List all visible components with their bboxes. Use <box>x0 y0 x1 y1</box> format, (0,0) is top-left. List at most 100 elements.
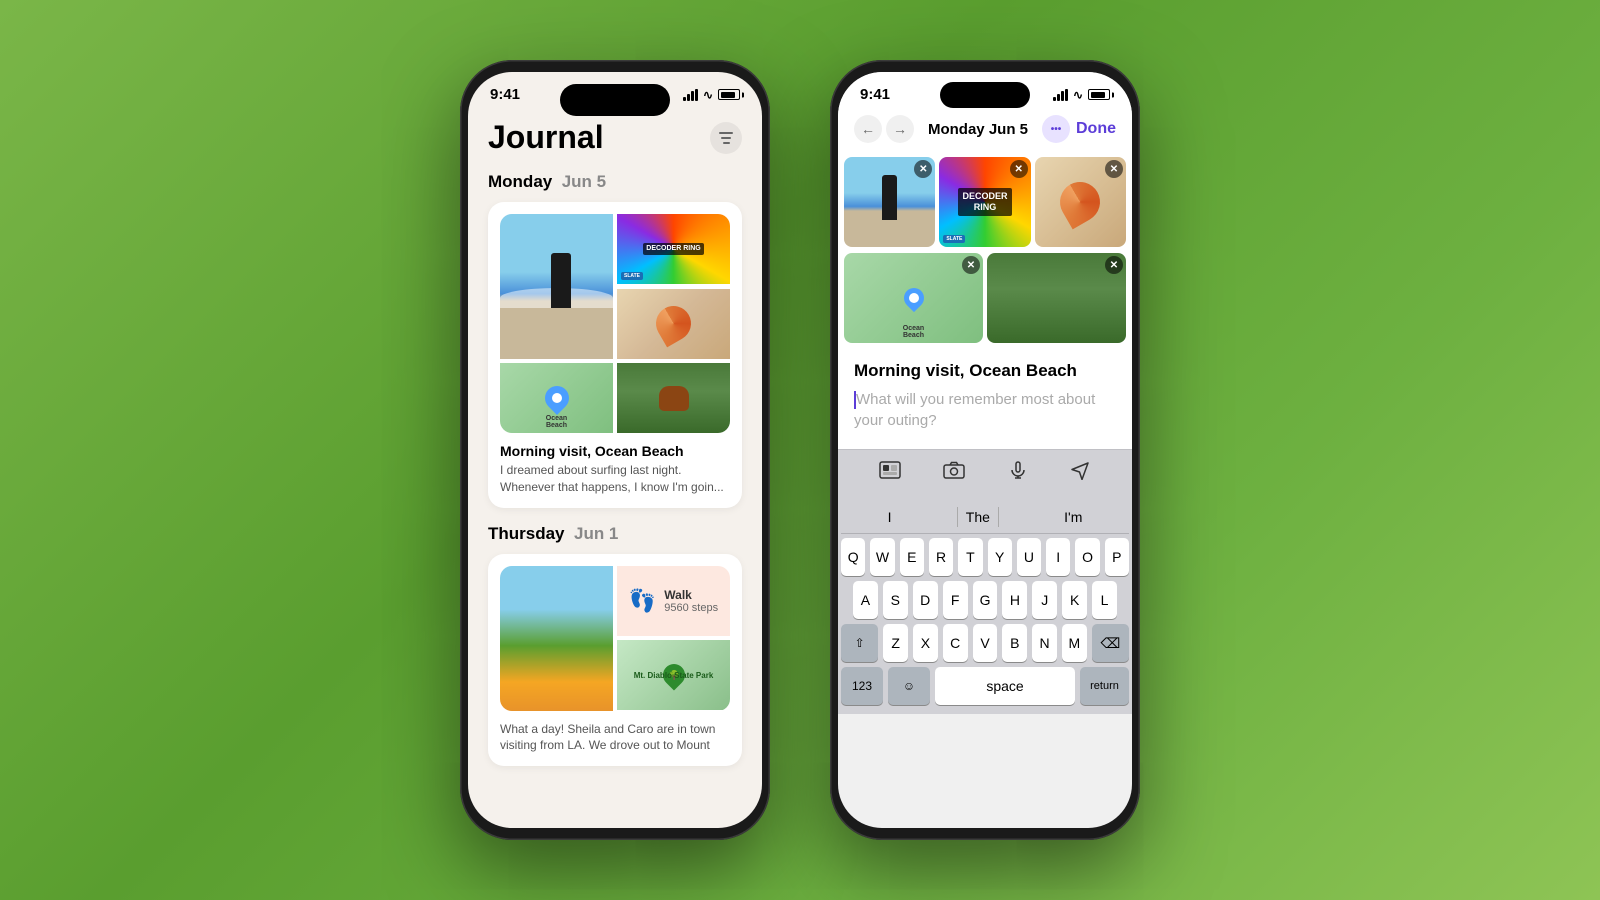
camera-button[interactable] <box>943 461 965 484</box>
key-t[interactable]: T <box>958 538 982 576</box>
beach-photo <box>500 214 613 359</box>
status-bar-left: 9:41 ∿ <box>468 72 762 109</box>
mt-diablo-tile: Mt. Diablo State Park <box>617 640 730 711</box>
key-s[interactable]: S <box>883 581 908 619</box>
wifi-icon-left: ∿ <box>703 88 713 102</box>
suggestion-the[interactable]: The <box>957 507 999 527</box>
edit-decoder-label: DECODERRING <box>958 188 1011 216</box>
key-j[interactable]: J <box>1032 581 1057 619</box>
signal-icon-left <box>683 89 698 101</box>
keyboard-row-4: 123 ☺ space return <box>841 667 1129 705</box>
toolbar <box>838 449 1132 495</box>
key-w[interactable]: W <box>870 538 894 576</box>
decoder-ring-photo: DECODER RING SLATE <box>617 214 730 285</box>
done-button[interactable]: Done <box>1076 120 1116 138</box>
status-icons-right: ∿ <box>1053 88 1110 102</box>
keyboard-row-2: A S D F G H J K L <box>841 581 1129 619</box>
status-time-right: 9:41 <box>860 86 890 103</box>
edit-header: ← → Monday Jun 5 ••• Done <box>838 109 1132 151</box>
walk-title: Walk <box>664 588 718 602</box>
key-c[interactable]: C <box>943 624 968 662</box>
key-l[interactable]: L <box>1092 581 1117 619</box>
battery-icon-left <box>718 89 740 100</box>
suggestion-im[interactable]: I'm <box>1056 507 1090 527</box>
key-a[interactable]: A <box>853 581 878 619</box>
key-e[interactable]: E <box>900 538 924 576</box>
keyboard-row-1: Q W E R T Y U I O P <box>841 538 1129 576</box>
return-key[interactable]: return <box>1080 667 1129 705</box>
journal-content[interactable]: Journal Monday Jun 5 <box>468 109 762 810</box>
key-g[interactable]: G <box>973 581 998 619</box>
suggestions-bar: I The I'm <box>841 501 1129 534</box>
back-button[interactable]: ← <box>854 115 882 143</box>
more-button[interactable]: ••• <box>1042 115 1070 143</box>
section-date-1: Monday Jun 5 <box>488 172 742 192</box>
entry-title-1: Morning visit, Ocean Beach <box>500 443 730 459</box>
key-f[interactable]: F <box>943 581 968 619</box>
numbers-key[interactable]: 123 <box>841 667 883 705</box>
space-key[interactable]: space <box>935 667 1075 705</box>
emoji-key[interactable]: ☺ <box>888 667 930 705</box>
photo-library-button[interactable] <box>879 461 901 484</box>
filter-button[interactable] <box>710 122 742 154</box>
keyboard: I The I'm Q W E R T Y U I O P A S D <box>838 495 1132 714</box>
edit-entry-content[interactable]: Morning visit, Ocean Beach What will you… <box>838 349 1132 449</box>
edit-slate-badge: SLATE <box>943 235 965 243</box>
park-label: Mt. Diablo State Park <box>634 671 714 680</box>
entry-card-2[interactable]: 👣 Walk 9560 steps Mt. Diablo State Park <box>488 554 742 767</box>
forward-button[interactable]: → <box>886 115 914 143</box>
keyboard-row-3: ⇧ Z X C V B N M ⌫ <box>841 624 1129 662</box>
ocean-beach-label: OceanBeach <box>546 415 567 429</box>
phone-right-screen: 9:41 ∿ ← → Monday Jun 5 ••• Done <box>838 72 1132 828</box>
status-bar-right: 9:41 ∿ <box>838 72 1132 109</box>
shift-key[interactable]: ⇧ <box>841 624 878 662</box>
dynamic-island-left <box>560 84 670 116</box>
remove-shell-photo[interactable]: ✕ <box>1105 160 1123 178</box>
slate-badge: SLATE <box>621 272 643 280</box>
key-h[interactable]: H <box>1002 581 1027 619</box>
entry-media-grid-2: 👣 Walk 9560 steps Mt. Diablo State Park <box>500 566 730 711</box>
key-q[interactable]: Q <box>841 538 865 576</box>
edit-beach-photo: ✕ <box>844 157 935 247</box>
decoder-ring-label: DECODER RING <box>643 243 703 255</box>
key-d[interactable]: D <box>913 581 938 619</box>
remove-ocean-beach[interactable]: ✕ <box>962 256 980 274</box>
edit-entry-body[interactable]: What will you remember most about your o… <box>854 389 1116 431</box>
key-u[interactable]: U <box>1017 538 1041 576</box>
backspace-key[interactable]: ⌫ <box>1092 624 1129 662</box>
suggestion-i[interactable]: I <box>880 507 900 527</box>
wifi-icon-right: ∿ <box>1073 88 1083 102</box>
key-o[interactable]: O <box>1075 538 1099 576</box>
key-m[interactable]: M <box>1062 624 1087 662</box>
key-r[interactable]: R <box>929 538 953 576</box>
location-button[interactable] <box>1071 460 1091 485</box>
footsteps-icon: 👣 <box>629 588 656 614</box>
key-y[interactable]: Y <box>988 538 1012 576</box>
remove-decoder-photo[interactable]: ✕ <box>1010 160 1028 178</box>
audio-button[interactable] <box>1007 461 1029 484</box>
key-b[interactable]: B <box>1002 624 1027 662</box>
phone-right: 9:41 ∿ ← → Monday Jun 5 ••• Done <box>830 60 1140 840</box>
walk-tile: 👣 Walk 9560 steps <box>617 566 730 637</box>
phone-left: 9:41 ∿ Journal Monday Jun 5 <box>460 60 770 840</box>
key-k[interactable]: K <box>1062 581 1087 619</box>
phone-left-screen: 9:41 ∿ Journal Monday Jun 5 <box>468 72 762 828</box>
battery-icon-right <box>1088 89 1110 100</box>
entry-body-1: I dreamed about surfing last night. When… <box>500 462 730 496</box>
signal-icon-right <box>1053 89 1068 101</box>
journal-title: Journal <box>488 119 604 156</box>
key-n[interactable]: N <box>1032 624 1057 662</box>
edit-media-bottom-row: OceanBeach ✕ ✕ <box>838 253 1132 349</box>
key-z[interactable]: Z <box>883 624 908 662</box>
edit-ocean-beach: OceanBeach ✕ <box>844 253 983 343</box>
key-i[interactable]: I <box>1046 538 1070 576</box>
remove-dog-photo[interactable]: ✕ <box>1105 256 1123 274</box>
key-p[interactable]: P <box>1105 538 1129 576</box>
edit-decoder-ring: DECODERRING SLATE ✕ <box>939 157 1030 247</box>
entry-card-1[interactable]: DECODER RING SLATE Ocean <box>488 202 742 508</box>
status-icons-left: ∿ <box>683 88 740 102</box>
key-v[interactable]: V <box>973 624 998 662</box>
key-x[interactable]: X <box>913 624 938 662</box>
edit-ocean-beach-label: OceanBeach <box>903 325 924 339</box>
edit-media-top-row: ✕ DECODERRING SLATE ✕ ✕ <box>838 151 1132 253</box>
